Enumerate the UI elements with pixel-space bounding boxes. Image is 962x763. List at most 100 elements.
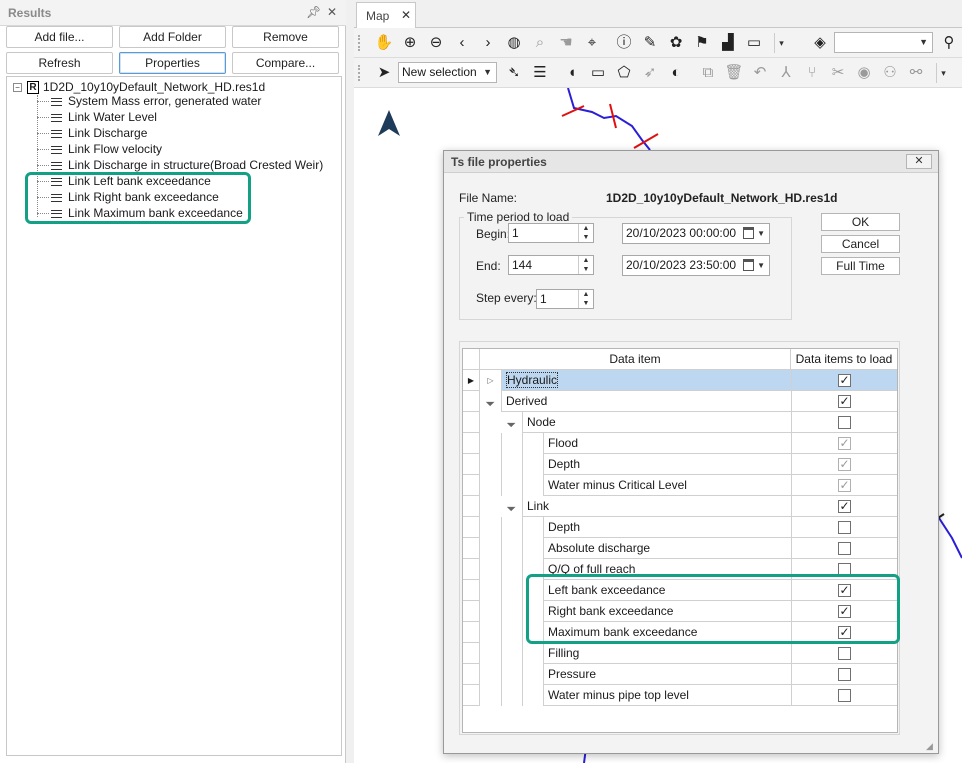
polygon-select-icon[interactable]: ⬠ xyxy=(614,63,634,83)
step-every-stepper[interactable]: 1 ▲ ▼ xyxy=(536,289,594,309)
select-arrow-icon[interactable]: ➤ xyxy=(374,63,394,83)
calendar-icon[interactable] xyxy=(743,259,754,271)
clear-selection-icon[interactable]: ⌖ xyxy=(582,33,602,53)
data-item-cell[interactable]: Depth xyxy=(543,517,791,538)
tab-map[interactable]: Map ✕ xyxy=(356,2,416,28)
data-item-cell[interactable]: Water minus Critical Level xyxy=(543,475,791,496)
dialog-close-button[interactable]: ✕ xyxy=(906,154,932,169)
flag-icon[interactable]: ⚑ xyxy=(692,33,712,53)
tree-item[interactable]: Link Discharge in structure(Broad Creste… xyxy=(51,157,323,173)
properties-button[interactable]: Properties xyxy=(119,52,226,74)
grid-row-header[interactable] xyxy=(463,517,480,538)
data-item-cell[interactable]: Left bank exceedance xyxy=(543,580,791,601)
grid-row-header[interactable] xyxy=(463,643,480,664)
spin-arrows-icon[interactable]: ▲ ▼ xyxy=(578,256,593,274)
list-icon[interactable]: ☰ xyxy=(530,63,550,83)
resize-grip-icon[interactable]: ◢ xyxy=(926,741,936,751)
grid-row[interactable]: Filling xyxy=(480,643,897,664)
load-checkbox[interactable]: ✓ xyxy=(838,395,851,408)
grid-row-header[interactable] xyxy=(463,664,480,685)
collapse-icon[interactable]: − xyxy=(13,83,22,93)
grid-row[interactable]: Maximum bank exceedance ✓ xyxy=(480,622,897,643)
full-time-button[interactable]: Full Time xyxy=(821,257,900,275)
column-header-items-to-load[interactable]: Data items to load xyxy=(791,349,897,370)
close-icon[interactable]: ✕ xyxy=(401,8,411,22)
chevron-down-icon[interactable]: ▼ xyxy=(757,256,765,275)
compare-button[interactable]: Compare... xyxy=(232,52,339,74)
remove-button[interactable]: Remove xyxy=(232,26,339,48)
grid-row[interactable]: ◢ Derived ✓ xyxy=(480,391,897,412)
load-checkbox[interactable]: ✓ xyxy=(838,374,851,387)
grid-row[interactable]: Depth xyxy=(480,517,897,538)
cancel-button[interactable]: Cancel xyxy=(821,235,900,253)
search-icon[interactable]: ⚲ xyxy=(939,33,959,53)
load-checkbox[interactable]: ✓ xyxy=(838,626,851,639)
grid-row-header[interactable] xyxy=(463,580,480,601)
grid-row[interactable]: Pressure xyxy=(480,664,897,685)
load-checkbox[interactable] xyxy=(838,689,851,702)
ok-button[interactable]: OK xyxy=(821,213,900,231)
data-item-cell[interactable]: Link xyxy=(522,496,791,517)
grid-row[interactable]: Water minus pipe top level xyxy=(480,685,897,706)
pan-selection-icon[interactable]: ☚ xyxy=(556,33,576,53)
toolbar-grip[interactable] xyxy=(358,65,361,81)
load-checkbox[interactable] xyxy=(838,668,851,681)
dialog-titlebar[interactable]: Ts file properties ✕ xyxy=(444,151,938,173)
data-item-cell[interactable]: Flood xyxy=(543,433,791,454)
data-item-cell[interactable]: Right bank exceedance xyxy=(543,601,791,622)
load-checkbox[interactable] xyxy=(838,416,851,429)
data-item-cell[interactable]: Hydraulic xyxy=(501,370,791,391)
grid-row-header[interactable] xyxy=(463,475,480,496)
load-checkbox[interactable]: ✓ xyxy=(838,458,851,471)
undo-icon[interactable]: ↶ xyxy=(750,63,770,83)
grid-row-header[interactable] xyxy=(463,601,480,622)
cut-icon[interactable]: ✂ xyxy=(828,63,848,83)
nodes-icon[interactable]: ⚇ xyxy=(880,63,900,83)
grid-row-header[interactable] xyxy=(463,559,480,580)
load-checkbox[interactable]: ✓ xyxy=(838,605,851,618)
back-arrow-icon[interactable]: ‹ xyxy=(452,33,472,53)
info-icon[interactable]: ⓘ xyxy=(614,33,634,53)
grid-row-header[interactable] xyxy=(463,538,480,559)
theme-icon[interactable]: ✿ xyxy=(666,33,686,53)
load-checkbox[interactable]: ✓ xyxy=(838,437,851,450)
column-header-data-item[interactable]: Data item xyxy=(480,349,791,370)
grid-row[interactable]: Q/Q of full reach xyxy=(480,559,897,580)
data-item-cell[interactable]: Water minus pipe top level xyxy=(543,685,791,706)
calendar-icon[interactable] xyxy=(743,227,754,239)
chevron-down-icon[interactable]: ▼ xyxy=(757,224,765,243)
delete-icon[interactable]: 🗑︎ xyxy=(724,63,744,83)
copy-icon[interactable]: ⧉ xyxy=(698,63,718,83)
network-icon[interactable]: ⚯ xyxy=(906,63,926,83)
layers-icon[interactable]: ◈ xyxy=(810,33,830,53)
add-file-button[interactable]: Add file... xyxy=(6,26,113,48)
merge-icon[interactable]: ⑂ xyxy=(802,63,822,83)
layer-select[interactable]: ▼ xyxy=(834,32,933,53)
zoom-out-icon[interactable]: ⊖ xyxy=(426,33,446,53)
grid-row-header[interactable] xyxy=(463,685,480,706)
toggle-icon[interactable]: ◉ xyxy=(854,63,874,83)
load-checkbox[interactable] xyxy=(838,647,851,660)
grid-row-header[interactable] xyxy=(463,433,480,454)
data-item-cell[interactable]: Maximum bank exceedance xyxy=(543,622,791,643)
zoom-selection-icon[interactable]: ⌕ xyxy=(530,33,550,53)
grid-row[interactable]: Left bank exceedance ✓ xyxy=(480,580,897,601)
tree-item[interactable]: Link Flow velocity xyxy=(51,141,162,157)
close-icon[interactable]: ✕ xyxy=(327,5,337,19)
forward-arrow-icon[interactable]: › xyxy=(478,33,498,53)
add-folder-button[interactable]: Add Folder xyxy=(119,26,226,48)
globe-icon[interactable]: ◍ xyxy=(504,33,524,53)
chart-icon[interactable]: ▟ xyxy=(718,33,738,53)
tree-item[interactable]: Link Maximum bank exceedance xyxy=(51,205,243,221)
toolbar-grip[interactable] xyxy=(358,35,361,51)
spin-arrows-icon[interactable]: ▲ ▼ xyxy=(578,290,593,308)
deselect-icon[interactable]: ➶ xyxy=(640,63,660,83)
load-checkbox[interactable]: ✓ xyxy=(838,584,851,597)
begin-date-picker[interactable]: 20/10/2023 00:00:00 ▼ xyxy=(622,223,770,244)
rectangle-select-icon[interactable]: ▭ xyxy=(588,63,608,83)
begin-stepper[interactable]: 1 ▲ ▼ xyxy=(508,223,594,243)
end-date-picker[interactable]: 20/10/2023 23:50:00 ▼ xyxy=(622,255,770,276)
selection-mode-select[interactable]: New selection ▼ xyxy=(398,62,497,83)
load-checkbox[interactable] xyxy=(838,563,851,576)
edit-attributes-icon[interactable]: ✎ xyxy=(640,33,660,53)
